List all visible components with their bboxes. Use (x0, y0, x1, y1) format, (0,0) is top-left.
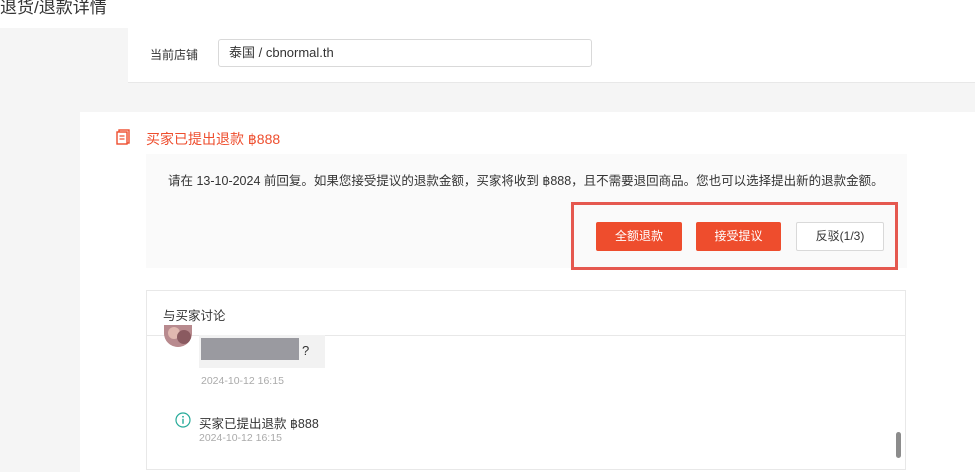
scrollbar[interactable] (896, 432, 901, 458)
message-timestamp: 2024-10-12 16:15 (201, 375, 284, 387)
shop-bar: 当前店铺 泰国 / cbnormal.th (0, 28, 975, 83)
top-bar: 退货/退款详情 (0, 0, 975, 28)
document-icon (116, 129, 130, 145)
avatar (164, 325, 192, 347)
status-title: 买家已提出退款 ฿888 (146, 131, 281, 147)
shop-selector-panel: 当前店铺 泰国 / cbnormal.th (128, 28, 975, 83)
notice-text: 请在 13-10-2024 前回复。如果您接受提议的退款金额，买家将收到 ฿88… (168, 174, 884, 188)
discussion-panel: 与买家讨论 ? 2024-10-12 16:15 买家已提出退款 ฿888 20… (146, 290, 906, 470)
redacted-block (201, 338, 299, 360)
system-message: 买家已提出退款 ฿888 (199, 417, 319, 431)
system-timestamp: 2024-10-12 16:15 (199, 432, 282, 444)
highlight-box (571, 202, 898, 270)
shop-select[interactable]: 泰国 / cbnormal.th (218, 39, 592, 67)
message-bubble: ? (199, 335, 325, 368)
page-title: 退货/退款详情 (0, 0, 107, 17)
discussion-title: 与买家讨论 (163, 309, 226, 323)
shop-label: 当前店铺 (150, 48, 199, 62)
message-text: ? (302, 343, 310, 358)
info-icon (175, 412, 191, 428)
discussion-header: 与买家讨论 (147, 291, 905, 336)
